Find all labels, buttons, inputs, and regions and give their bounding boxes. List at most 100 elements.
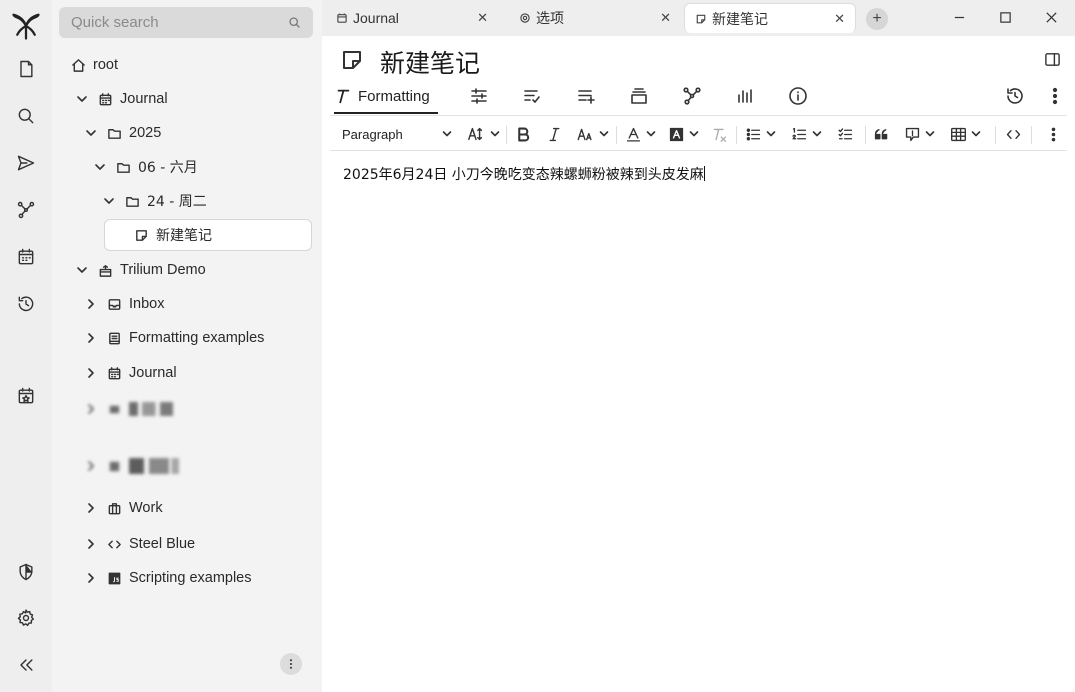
todo-list-button[interactable] bbox=[837, 122, 854, 146]
close-icon[interactable]: ✕ bbox=[834, 11, 845, 27]
tree-item-demo-journal[interactable]: Journal bbox=[84, 359, 177, 387]
note-actions-button[interactable] bbox=[1045, 86, 1067, 108]
chevron-down-icon bbox=[599, 131, 609, 137]
block-quote-button[interactable] bbox=[873, 122, 890, 146]
ribbon-tab-properties[interactable] bbox=[469, 86, 491, 108]
history-icon[interactable] bbox=[10, 288, 42, 320]
heading-dropdown-label: Paragraph bbox=[342, 126, 403, 142]
chevron-right-icon[interactable] bbox=[84, 297, 98, 311]
tree-item-inbox[interactable]: Inbox bbox=[84, 290, 164, 318]
tree-item-trilium-demo[interactable]: Trilium Demo bbox=[75, 256, 206, 284]
maximize-button[interactable] bbox=[993, 6, 1017, 28]
chevron-right-icon[interactable] bbox=[84, 459, 98, 473]
tab-options[interactable]: 选项 ✕ bbox=[509, 3, 681, 33]
note-map-icon[interactable] bbox=[10, 194, 42, 226]
ribbon-tab-spellcheck[interactable] bbox=[522, 86, 544, 108]
chevron-right-icon[interactable] bbox=[84, 366, 98, 380]
bold-button[interactable] bbox=[515, 122, 532, 146]
chevron-down-icon[interactable] bbox=[102, 194, 116, 208]
italic-button[interactable] bbox=[546, 122, 563, 146]
ribbon-tab-note-map[interactable] bbox=[682, 86, 704, 108]
tree-item-label: 24 - 周二 bbox=[147, 194, 207, 210]
calendar-icon[interactable] bbox=[10, 241, 42, 273]
toggle-right-pane-button[interactable] bbox=[1044, 51, 1061, 71]
protected-session-icon[interactable] bbox=[10, 556, 42, 588]
chevron-down-icon[interactable] bbox=[93, 160, 107, 174]
tree-item-new-note[interactable]: 新建笔记 bbox=[104, 219, 312, 251]
tree-item-blurred-1[interactable] bbox=[84, 395, 173, 423]
admonition-dropdown[interactable] bbox=[904, 122, 935, 146]
chevron-down-icon[interactable] bbox=[75, 263, 89, 277]
font-size-dropdown[interactable] bbox=[466, 122, 500, 146]
bulleted-list-dropdown[interactable] bbox=[745, 122, 776, 146]
insert-table-dropdown[interactable] bbox=[950, 122, 981, 146]
briefcase-icon bbox=[106, 500, 122, 516]
jump-to-icon[interactable] bbox=[10, 147, 42, 179]
more-toolbar-items-button[interactable] bbox=[1045, 122, 1062, 146]
book-icon bbox=[106, 330, 122, 346]
chevron-right-icon[interactable] bbox=[84, 331, 98, 345]
ribbon-tab-formatting[interactable]: Formatting bbox=[334, 80, 438, 114]
close-icon[interactable]: ✕ bbox=[660, 10, 671, 26]
tree-item-scripting-examples[interactable]: Scripting examples bbox=[84, 564, 252, 592]
note-tree-pane: Quick search root Journal 2025 06 - 六月 2… bbox=[52, 0, 322, 692]
tree-item-day[interactable]: 24 - 周二 bbox=[102, 187, 207, 215]
text-style-dropdown[interactable] bbox=[575, 122, 609, 146]
tree-settings-button[interactable] bbox=[280, 653, 302, 675]
ribbon-tab-insert[interactable] bbox=[576, 86, 598, 108]
note-map-icon bbox=[683, 87, 701, 105]
chevron-down-icon[interactable] bbox=[75, 92, 89, 106]
tree-item-steel-blue[interactable]: Steel Blue bbox=[84, 530, 195, 558]
tree-item-blurred-2[interactable] bbox=[84, 452, 179, 480]
background-color-dropdown[interactable] bbox=[668, 122, 699, 146]
chevron-right-icon[interactable] bbox=[84, 402, 98, 416]
note-type-icon[interactable] bbox=[340, 48, 364, 72]
gear-icon bbox=[520, 13, 530, 23]
note-revisions-button[interactable] bbox=[1005, 86, 1027, 108]
chevron-right-icon[interactable] bbox=[84, 501, 98, 515]
toolbar-separator bbox=[736, 126, 737, 144]
numbered-list-dropdown[interactable] bbox=[791, 122, 822, 146]
folder-icon bbox=[106, 125, 122, 141]
table-icon bbox=[951, 127, 966, 141]
quick-search-input[interactable]: Quick search bbox=[59, 7, 313, 38]
chevron-down-icon bbox=[925, 131, 935, 137]
vertical-dots-icon bbox=[1052, 87, 1058, 105]
tab-new-note[interactable]: 新建笔记 ✕ bbox=[684, 3, 856, 33]
tree-item-root[interactable]: root bbox=[70, 51, 118, 79]
chevron-right-icon[interactable] bbox=[84, 537, 98, 551]
new-note-icon[interactable] bbox=[10, 53, 42, 85]
close-icon[interactable]: ✕ bbox=[477, 10, 488, 26]
obscured-label bbox=[129, 402, 173, 416]
font-color-dropdown[interactable] bbox=[625, 122, 656, 146]
tree-item-label: 2025 bbox=[129, 125, 162, 141]
code-block-button[interactable] bbox=[1005, 122, 1022, 146]
tree-item-2025[interactable]: 2025 bbox=[84, 119, 161, 147]
chevron-down-icon[interactable] bbox=[84, 126, 98, 140]
minimize-button[interactable] bbox=[947, 6, 971, 28]
note-editor[interactable]: 2025年6月24日 小刀今晚吃变态辣螺蛳粉被辣到头皮发麻 bbox=[343, 164, 705, 184]
collapse-icon[interactable] bbox=[10, 649, 42, 681]
tree-item-june[interactable]: 06 - 六月 bbox=[93, 153, 198, 181]
tree-item-formatting-examples[interactable]: Formatting examples bbox=[84, 324, 264, 352]
close-window-button[interactable] bbox=[1039, 6, 1063, 28]
tree-item-work[interactable]: Work bbox=[84, 494, 163, 522]
settings-icon[interactable] bbox=[10, 602, 42, 634]
ribbon-tab-similar-notes[interactable] bbox=[735, 86, 757, 108]
note-title[interactable]: 新建笔记 bbox=[380, 44, 480, 80]
tree-item-label: Journal bbox=[120, 91, 168, 107]
heading-dropdown[interactable]: Paragraph bbox=[342, 122, 452, 146]
remove-format-button[interactable] bbox=[711, 122, 728, 146]
app-logo-icon[interactable] bbox=[10, 10, 42, 42]
ribbon-tab-info[interactable] bbox=[788, 86, 810, 108]
search-icon[interactable] bbox=[10, 100, 42, 132]
ribbon-tab-collection[interactable] bbox=[629, 86, 651, 108]
chevron-right-icon[interactable] bbox=[84, 571, 98, 585]
new-tab-button[interactable]: + bbox=[866, 8, 888, 30]
tab-journal[interactable]: Journal ✕ bbox=[326, 3, 498, 33]
today-icon[interactable] bbox=[10, 380, 42, 412]
font-size-icon bbox=[468, 127, 483, 141]
tree-item-journal[interactable]: Journal bbox=[75, 85, 168, 113]
note-detail: 新建笔记 Formatting Paragraph 2025年6月24日 小刀今… bbox=[322, 36, 1075, 692]
toolbar-divider bbox=[330, 150, 1067, 151]
